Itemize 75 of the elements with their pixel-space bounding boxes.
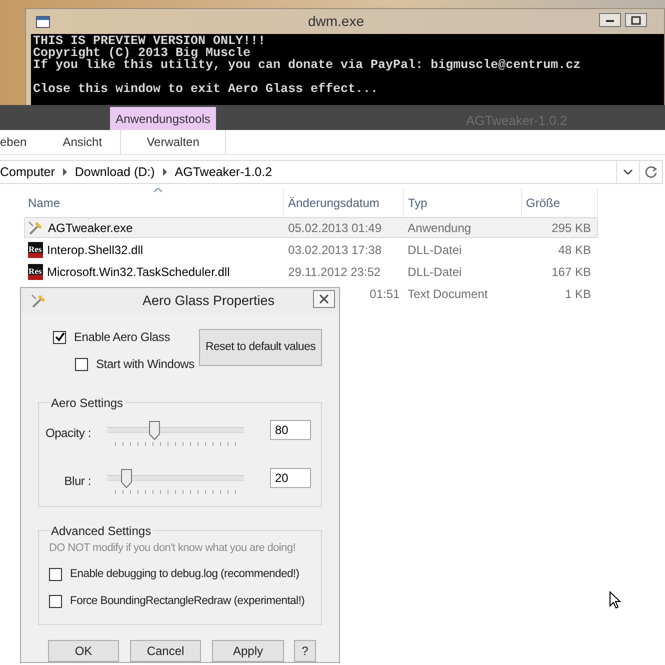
console-text: THIS IS PREVIEW VERSION ONLY!!! <box>33 35 267 47</box>
file-name: Interop.Shell32.dll <box>47 242 144 258</box>
dialog-button[interactable]: ? <box>294 640 316 662</box>
breadcrumb-item[interactable]: AGTweaker-1.0.2 <box>174 162 272 182</box>
reset-button[interactable]: Reset to default values <box>199 329 322 366</box>
tool-icon <box>31 292 47 309</box>
number-field[interactable]: 20 <box>270 468 311 488</box>
checkbox-label: Force BoundingRectangleRedraw (experimental!) <box>70 594 305 610</box>
checkbox[interactable] <box>75 358 88 371</box>
slider-label: Opacity : <box>45 424 91 442</box>
dialog-button[interactable]: OK <box>48 640 119 662</box>
dialog-button[interactable]: Apply <box>212 640 284 662</box>
warning-text: DO NOT modify if you don't know what you are doing! <box>49 540 296 556</box>
library-file-icon: Res <box>28 242 43 258</box>
checkbox[interactable] <box>53 330 66 344</box>
tool-icon <box>28 220 44 236</box>
maximize-icon <box>631 16 641 24</box>
file-type: Text Document <box>406 286 488 300</box>
group-title: Advanced Settings <box>50 524 152 538</box>
dropdown-caret-icon[interactable] <box>623 168 633 176</box>
number-field[interactable]: 80 <box>270 420 311 440</box>
mouse-cursor-icon <box>609 591 621 609</box>
column-header[interactable]: Änderungsdatum <box>284 188 404 216</box>
ribbon-tab[interactable]: Ansicht <box>44 130 120 154</box>
file-type: DLL-Datei <box>406 264 462 278</box>
refresh-icon[interactable] <box>644 166 658 178</box>
file-row[interactable]: AGTweaker.exe 05.02.2013 01:49 Anwendung 295 KB <box>24 217 598 238</box>
column-header[interactable]: Größe <box>522 188 598 216</box>
maximize-button[interactable] <box>625 13 647 27</box>
file-size: 1 KB <box>564 286 591 300</box>
console-text: If you like this utility, you can donate via PayPal: bigmuscle@centrum.cz <box>33 59 582 71</box>
slider-label: Blur : <box>64 472 91 490</box>
file-date: 29.11.2012 23:52 <box>287 264 381 278</box>
dialog-button[interactable]: Cancel <box>130 640 201 662</box>
checkbox-label: Enable Aero Glass <box>74 329 170 346</box>
slider-thumb[interactable] <box>148 420 160 440</box>
chevron-icon <box>62 168 67 176</box>
close-icon <box>319 294 329 304</box>
checkbox[interactable] <box>49 568 62 582</box>
close-button[interactable] <box>313 290 335 308</box>
dialog-title: Aero Glass Properties <box>141 292 276 310</box>
breadcrumb-item[interactable]: Computer <box>0 162 55 182</box>
file-size: 295 KB <box>550 220 591 234</box>
group-title: Aero Settings <box>50 396 124 410</box>
minimize-button[interactable] <box>599 13 621 27</box>
library-file-icon: Res <box>28 264 43 280</box>
address-bar[interactable]: Computer Download (D:) AGTweaker-1.0.2 <box>0 160 663 184</box>
file-name: AGTweaker.exe <box>48 220 133 236</box>
checkbox-label: Start with Windows <box>96 356 194 374</box>
breadcrumb-item[interactable]: Download (D:) <box>74 162 155 182</box>
checkbox[interactable] <box>49 595 62 608</box>
column-header[interactable]: Name <box>24 188 284 216</box>
console-text: Copyright (C) 2013 Big Muscle <box>33 47 252 59</box>
file-row[interactable]: Res Microsoft.Win32.TaskScheduler.dll 29.11.2012 23:52 DLL-Datei 167 KB <box>24 261 598 282</box>
checkbox-label: Enable debugging to debug.log (recommended!) <box>70 567 300 582</box>
slider-thumb[interactable] <box>120 468 132 488</box>
ribbon-tab[interactable]: eben <box>0 130 45 154</box>
file-size: 48 KB <box>557 242 591 256</box>
file-size: 167 KB <box>550 264 591 278</box>
file-date: 03.02.2013 17:38 <box>287 242 382 256</box>
ribbon-tab[interactable]: Verwalten <box>120 130 226 154</box>
file-row[interactable]: Res Interop.Shell32.dll 03.02.2013 17:38 DLL-Datei 48 KB <box>24 239 598 260</box>
console-text: Close this window to exit Aero Glass effect... <box>33 81 380 95</box>
file-type: DLL-Datei <box>406 242 462 256</box>
minimize-icon <box>606 17 614 23</box>
window-title: dwm.exe <box>306 12 366 31</box>
column-header[interactable]: Typ <box>404 188 522 216</box>
ribbon-context-tab[interactable]: Anwendungstools <box>110 107 216 130</box>
chevron-icon <box>162 168 167 176</box>
file-date: 01:51 <box>368 286 400 300</box>
console-window-icon <box>36 16 50 28</box>
file-type: Anwendung <box>406 220 472 234</box>
file-name: Microsoft.Win32.TaskScheduler.dll <box>47 264 230 280</box>
file-date: 05.02.2013 01:49 <box>287 220 382 234</box>
check-icon <box>54 332 64 342</box>
